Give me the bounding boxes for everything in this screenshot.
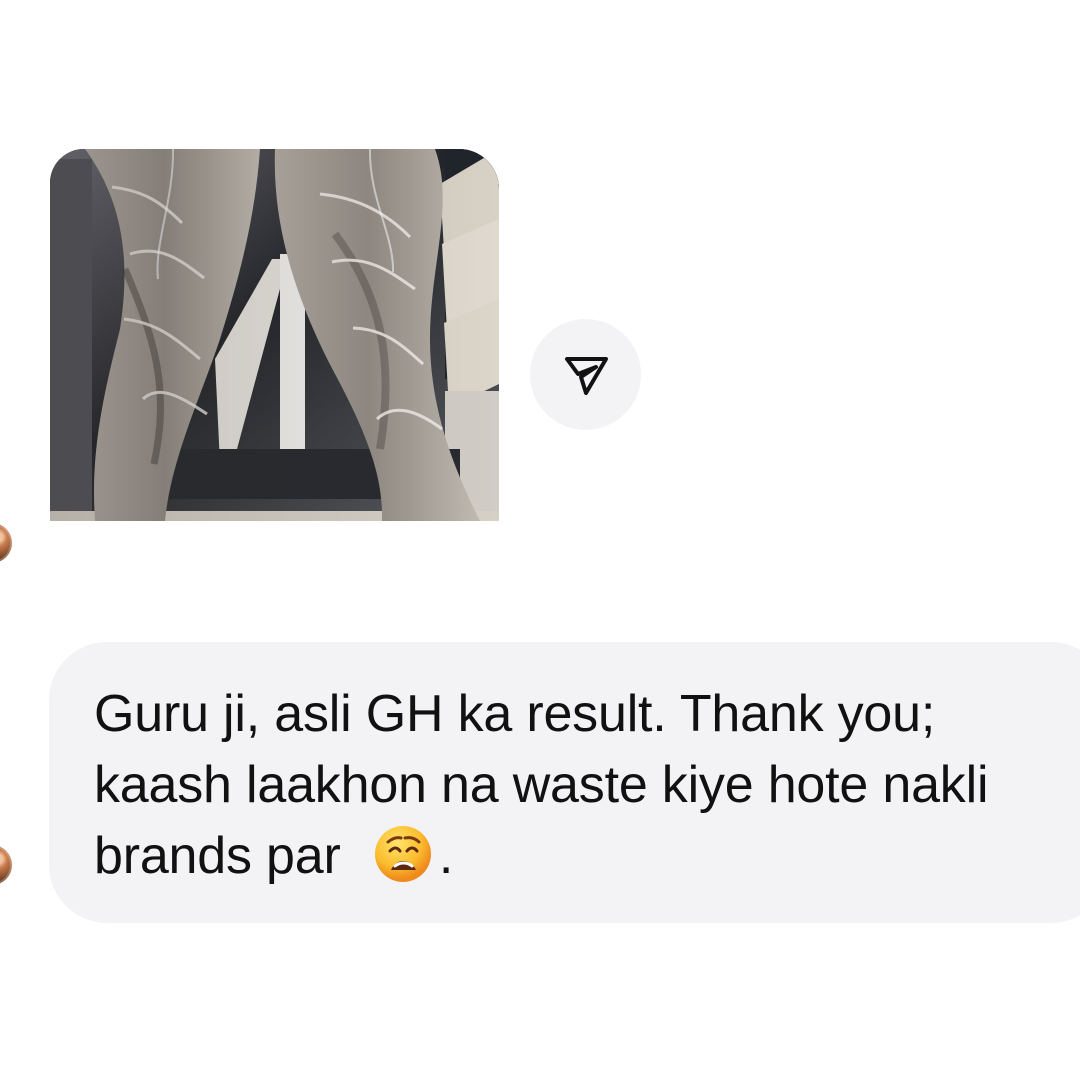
message-bubble[interactable]: Guru ji, asli GH ka result. Thank you; k… <box>49 642 1080 923</box>
message-end-punctuation: . <box>438 827 454 885</box>
legs-photo <box>50 149 499 521</box>
weary-face-emoji <box>373 824 433 884</box>
message-line: kaash laakhon na waste kiye hote nakli <box>94 756 989 814</box>
send-icon <box>564 356 608 395</box>
sender-avatar[interactable] <box>0 523 12 563</box>
message-line: brands par <box>94 827 341 885</box>
message-line: Guru ji, asli GH ka result. Thank you; <box>94 685 936 743</box>
share-button[interactable] <box>530 319 641 430</box>
dm-thread: Guru ji, asli GH ka result. Thank you; k… <box>0 0 1080 1080</box>
photo-message[interactable] <box>50 149 499 521</box>
message-text: Guru ji, asli GH ka result. Thank you; k… <box>94 679 1079 892</box>
sender-avatar[interactable] <box>0 845 12 885</box>
weary-face-icon <box>374 826 431 882</box>
